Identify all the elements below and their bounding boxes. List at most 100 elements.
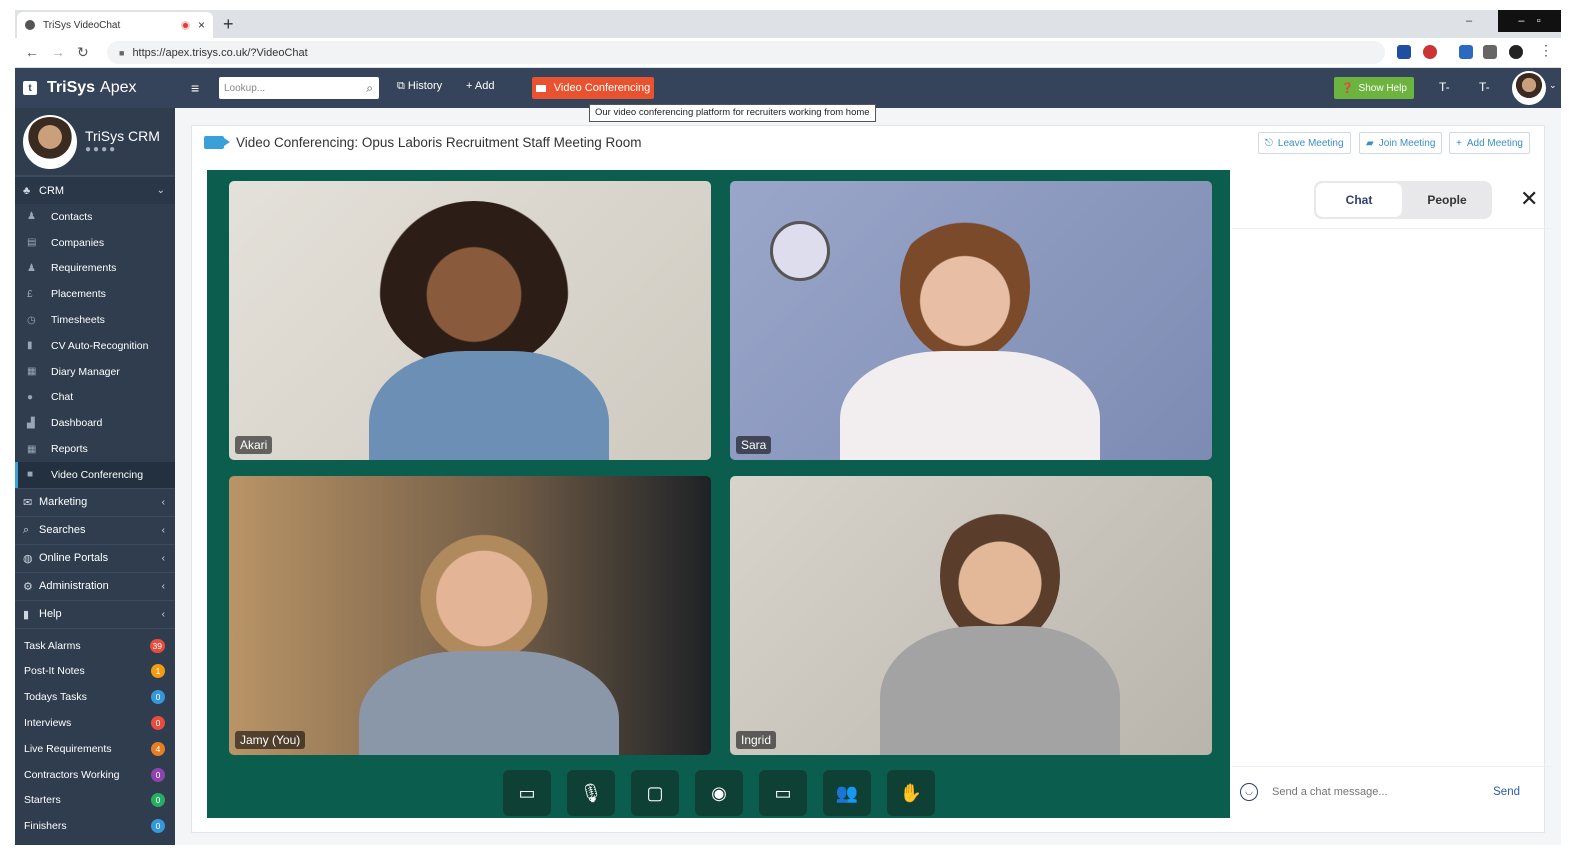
sidebar-item-reports[interactable]: ▦ Reports [15,436,175,462]
sidebar-item-label: Reports [51,443,88,456]
kebab-menu-icon[interactable]: ⋮ [1539,42,1553,59]
close-icon[interactable]: ✕ [1520,186,1538,212]
sidebar-section-searches[interactable]: ⌕ Searches ‹ [15,515,175,544]
chat-icon[interactable]: ▭ [759,770,807,816]
add-meeting-button[interactable]: + Add Meeting [1449,132,1530,154]
send-button[interactable]: Send [1493,786,1520,798]
reading-list-icon[interactable] [1483,45,1497,59]
add-button[interactable]: + Add [466,80,494,92]
participant-name: Sara [736,436,772,454]
sidebar-section-label: Administration [39,580,109,593]
profile-actions-icon[interactable]: ●●●● [85,144,160,155]
tab-people[interactable]: People [1404,183,1490,217]
tab-chat[interactable]: Chat [1316,183,1402,217]
extension-icon[interactable] [1423,45,1437,59]
search-icon[interactable]: ⌕ [366,81,373,96]
sidebar-stat-finishers[interactable]: Finishers 0 [15,813,175,839]
sidebar-section-marketing[interactable]: ✉ Marketing ‹ [15,487,175,516]
participant-tile[interactable]: Ingrid [730,476,1212,755]
sidebar-section-crm[interactable]: ♣ CRM ⌄ [15,176,175,204]
font-smaller-button[interactable]: T- [1439,80,1450,94]
video-conferencing-button[interactable]: Video Conferencing [532,77,654,99]
chevron-down-icon[interactable]: ⌄ [1549,80,1557,91]
sidebar-item-label: Contacts [51,210,93,223]
sidebar-item-chat[interactable]: ● Chat [15,385,175,411]
font-larger-button[interactable]: T- [1479,80,1490,94]
tab-close-icon[interactable]: × [198,18,205,32]
show-help-button[interactable]: ❓ Show Help [1334,77,1414,99]
sidebar-item-cv-auto-recognition[interactable]: ▮ CV Auto-Recognition [15,333,175,359]
avatar[interactable] [23,114,77,169]
chevron-left-icon: ‹ [161,524,165,536]
chat-message-input[interactable] [1272,785,1452,798]
sidebar-item-timesheets[interactable]: ◷ Timesheets [15,307,175,333]
microphone-icon[interactable]: 🎙 [567,770,615,816]
sidebar-item-requirements[interactable]: ♟ Requirements [15,256,175,282]
sidebar-section-help[interactable]: ▮ Help ‹ [15,599,175,628]
user-avatar[interactable] [1512,71,1546,105]
recording-indicator-icon [180,20,190,30]
sidebar-item-video-conferencing[interactable]: ■ Video Conferencing [15,461,175,488]
sidebar-item-label: Timesheets [51,314,105,327]
stat-label: Contractors Working [24,768,120,781]
sidebar-item-dashboard[interactable]: ▟ Dashboard [15,410,175,436]
cast-icon[interactable] [1459,45,1473,59]
hamburger-menu-icon[interactable]: ≡ [191,80,199,96]
chevron-left-icon: ‹ [161,608,165,620]
brand[interactable]: t TriSys Apex [15,68,175,108]
window-controls[interactable]: – ▫ [1498,10,1561,32]
raise-hand-icon[interactable]: ✋ [887,770,935,816]
browser-tab[interactable]: TriSys VideoChat × [17,12,213,38]
count-badge: 0 [151,767,165,782]
camera-icon[interactable]: ▭ [503,770,551,816]
history-icon: ⧉ [397,80,408,92]
divider [1232,228,1552,229]
sidebar-stat-live-requirements[interactable]: Live Requirements 4 [15,736,175,762]
reload-icon[interactable]: ↻ [77,44,89,61]
sidebar-item-label: Chat [51,391,74,404]
sidebar-stat-starters[interactable]: Starters 0 [15,788,175,814]
sidebar-section-administration[interactable]: ⚙ Administration ‹ [15,571,175,600]
sidebar-stat-post-it-notes[interactable]: Post-It Notes 1 [15,659,175,685]
companies-icon: ▤ [27,237,37,249]
screen-share-icon[interactable]: ▢ [631,770,679,816]
participant-video [419,516,549,666]
url-field[interactable]: ■ https://apex.trisys.co.uk/?VideoChat [107,41,1385,64]
new-tab-icon[interactable]: + [223,14,234,35]
sidebar-stat-interviews[interactable]: Interviews 0 [15,710,175,736]
join-meeting-button[interactable]: ▰ Join Meeting [1359,132,1443,154]
chat-input-bar: ◡ Send [1232,766,1552,816]
profile-icon[interactable] [1509,45,1523,59]
minimize-icon[interactable]: – [1455,10,1483,32]
participant-tile[interactable]: Sara [730,181,1212,460]
emoji-icon[interactable]: ◡ [1240,782,1258,801]
back-arrow-icon[interactable]: ← [25,44,39,60]
sidebar-item-placements[interactable]: £ Placements [15,281,175,307]
sidebar-section-online-portals[interactable]: ◍ Online Portals ‹ [15,543,175,572]
count-badge: 0 [151,793,165,808]
history-button[interactable]: ⧉ History [397,80,442,93]
sidebar-item-diary-manager[interactable]: ▦ Diary Manager [15,359,175,385]
plus-icon: + [466,80,475,92]
address-bar: ← → ↻ ■ https://apex.trisys.co.uk/?Video… [15,38,1561,68]
sidebar-item-companies[interactable]: ▤ Companies [15,230,175,256]
meeting-title: Video Conferencing: Opus Laboris Recruit… [236,135,642,150]
forward-arrow-icon[interactable]: → [51,44,65,60]
extension-icon[interactable] [1397,45,1411,59]
participants-icon[interactable]: 👥 [823,770,871,816]
record-icon[interactable]: ◉ [695,770,743,816]
leave-meeting-button[interactable]: ⎋ Leave Meeting [1258,132,1351,154]
sidebar-stat-contractors-working[interactable]: Contractors Working 0 [15,762,175,788]
sidebar-item-contacts[interactable]: ♟ Contacts [15,204,175,230]
participant-tile[interactable]: Jamy (You) [229,476,711,755]
lookup-input[interactable]: Lookup... ⌕ [219,77,379,99]
brand-suffix: Apex [100,79,137,96]
sidebar: t TriSys Apex TriSys CRM ●●●● ♣ CRM ⌄ ♟ C… [15,68,175,845]
call-controls: ▭ 🎙 ▢ ◉ ▭ 👥 ✋ [503,770,935,816]
sidebar-stat-task-alarms[interactable]: Task Alarms 39 [15,633,175,659]
sidebar-stat-todays-tasks[interactable]: Todays Tasks 0 [15,684,175,710]
count-badge: 4 [151,741,165,756]
participant-tile[interactable]: Akari [229,181,711,460]
show-help-label: Show Help [1358,82,1407,94]
tab-title: TriSys VideoChat [43,19,121,31]
